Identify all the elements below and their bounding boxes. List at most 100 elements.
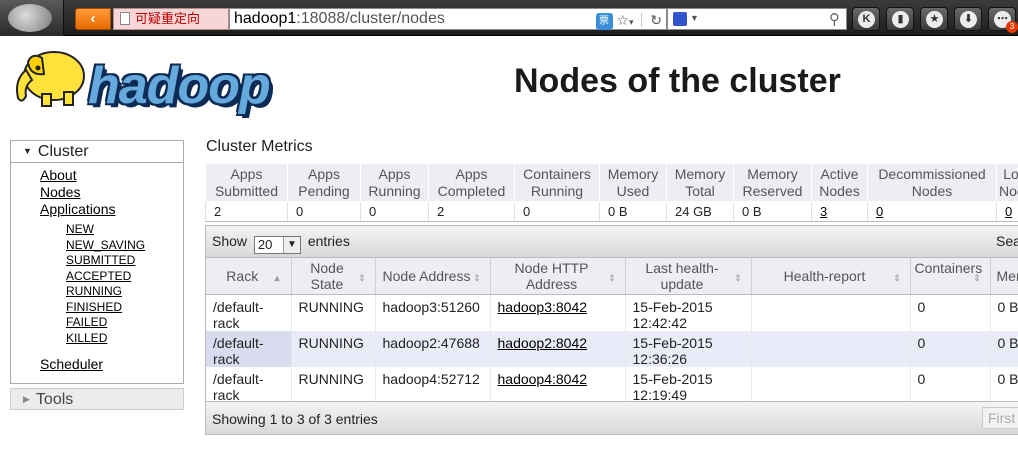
- node-http-link[interactable]: hadoop2:8042: [498, 335, 588, 351]
- column-header-health-report[interactable]: Health-report ⇕: [751, 258, 911, 295]
- column-header-containers[interactable]: Containers ⇕: [910, 258, 991, 295]
- search-engine-box[interactable]: ▼ ⚲: [667, 8, 847, 30]
- ticket-icon[interactable]: 票: [595, 13, 613, 30]
- metric-value: 2: [428, 201, 515, 222]
- datatable-footer: Showing 1 to 3 of 3 entries First: [206, 401, 1018, 434]
- nav-link-nodes[interactable]: Nodes: [40, 184, 183, 201]
- metric-header: Memory Used: [599, 163, 667, 202]
- tools-section-header[interactable]: ▶ Tools: [10, 388, 184, 410]
- node-http-link[interactable]: hadoop4:8042: [498, 371, 588, 387]
- metric-header: Lo Nod: [996, 163, 1018, 202]
- nav-link-state-accepted[interactable]: ACCEPTED: [66, 269, 183, 285]
- app-state-links: NEW NEW_SAVING SUBMITTED ACCEPTED RUNNIN…: [40, 218, 183, 346]
- cell-containers: 0: [910, 366, 991, 403]
- star-dropdown-icon[interactable]: ▾: [629, 17, 634, 27]
- cell-last-health-update: 15-Feb-2015 12:19:49: [625, 366, 752, 403]
- search-engine-icon[interactable]: [673, 12, 687, 26]
- cell-rack: /default-rack: [206, 294, 292, 331]
- cell-containers: 0: [910, 330, 991, 367]
- cell-node-state: RUNNING: [291, 366, 376, 403]
- url-host: hadoop1: [234, 10, 297, 27]
- nav-link-state-failed[interactable]: FAILED: [66, 315, 183, 331]
- nav-link-state-new[interactable]: NEW: [66, 222, 183, 238]
- column-header-node-http-address[interactable]: Node HTTP Address ⇕: [490, 258, 626, 295]
- cell-last-health-update: 15-Feb-2015 12:36:26: [625, 330, 752, 367]
- cell-health-report: [751, 330, 911, 367]
- cell-node-address: hadoop4:52712: [375, 366, 491, 403]
- cluster-metrics-table: Apps Submitted Apps Pending Apps Running…: [205, 163, 1018, 222]
- security-button[interactable]: ▮: [886, 7, 914, 31]
- active-nodes-link[interactable]: 3: [820, 204, 827, 219]
- downloads-button[interactable]: ⬇: [954, 7, 982, 31]
- metric-value: 24 GB: [666, 201, 734, 222]
- lost-nodes-link[interactable]: 0: [1005, 204, 1012, 219]
- more-menu-button[interactable]: ⋯ 3: [988, 7, 1018, 33]
- sort-asc-icon: ▲: [272, 273, 282, 283]
- nodes-datatable: Show 20 ▼ entries Sea Rack▲ Node State⇕ N…: [205, 225, 1018, 435]
- column-header-node-state[interactable]: Node State ⇕: [291, 258, 376, 295]
- nav-link-about[interactable]: About: [40, 167, 183, 184]
- metric-header: Active Nodes: [811, 163, 868, 202]
- metric-header: Memory Total: [666, 163, 734, 202]
- nav-link-state-killed[interactable]: KILLED: [66, 331, 183, 347]
- metric-value: 2: [205, 201, 288, 222]
- page-length-select[interactable]: 20 ▼: [253, 236, 301, 254]
- chevron-down-icon[interactable]: ▼: [690, 13, 699, 23]
- nav-link-state-running[interactable]: RUNNING: [66, 284, 183, 300]
- hadoop-logo: hadoop: [12, 44, 312, 118]
- table-row: /default-rack RUNNING hadoop3:51260 hado…: [206, 294, 1018, 331]
- chevron-down-icon: ▼: [282, 237, 300, 253]
- cluster-section-header[interactable]: ▼ Cluster: [11, 141, 183, 163]
- nav-link-applications[interactable]: Applications: [40, 201, 183, 218]
- column-header-mem-used[interactable]: Mem U: [990, 258, 1018, 295]
- cell-health-report: [751, 294, 911, 331]
- cell-node-address: hadoop3:51260: [375, 294, 491, 331]
- metric-header: Apps Running: [360, 163, 429, 202]
- bookmark-star-icon[interactable]: ☆: [616, 12, 629, 28]
- table-row: /default-rack RUNNING hadoop2:47688 hado…: [206, 330, 1018, 367]
- cell-node-state: RUNNING: [291, 330, 376, 367]
- browser-menu-button[interactable]: [0, 0, 64, 36]
- nav-link-scheduler[interactable]: Scheduler: [40, 356, 183, 373]
- page-icon: [120, 12, 130, 25]
- suspicious-redirect-tag[interactable]: 可疑重定向: [113, 8, 229, 30]
- address-bar[interactable]: hadoop1:18088/cluster/nodes 票 ☆▾ ↻: [229, 8, 667, 30]
- star-icon: ★: [926, 11, 943, 28]
- node-http-link[interactable]: hadoop3:8042: [498, 299, 588, 315]
- search-icon[interactable]: ⚲: [829, 10, 840, 28]
- decommissioned-nodes-link[interactable]: 0: [876, 204, 883, 219]
- metric-value-active-nodes: 3: [811, 201, 868, 222]
- page-title: Nodes of the cluster: [514, 62, 841, 100]
- cell-containers: 0: [910, 294, 991, 331]
- nav-link-state-submitted[interactable]: SUBMITTED: [66, 253, 183, 269]
- datatable-toolbar: Show 20 ▼ entries Sea: [206, 226, 1018, 258]
- download-icon: ⬇: [960, 11, 977, 28]
- nav-link-state-finished[interactable]: FINISHED: [66, 300, 183, 316]
- cell-node-state: RUNNING: [291, 294, 376, 331]
- page-length-value: 20: [257, 237, 273, 252]
- table-info: Showing 1 to 3 of 3 entries: [212, 411, 378, 427]
- column-header-last-health-update[interactable]: Last health-update ⇕: [625, 258, 752, 295]
- metric-header: Containers Running: [514, 163, 600, 202]
- favorites-button[interactable]: ★: [920, 7, 948, 31]
- table-row: /default-rack RUNNING hadoop4:52712 hado…: [206, 366, 1018, 403]
- metric-value-decommissioned-nodes: 0: [867, 201, 997, 222]
- browser-toolbar: ‹ 可疑重定向 hadoop1:18088/cluster/nodes 票 ☆▾…: [0, 0, 1018, 36]
- column-header-rack[interactable]: Rack ▲: [206, 258, 292, 295]
- metric-header: Apps Pending: [287, 163, 361, 202]
- metric-header: Apps Completed: [428, 163, 515, 202]
- first-page-button[interactable]: First: [982, 407, 1018, 429]
- cell-mem-used: 0 B: [990, 366, 1018, 403]
- redirect-label: 可疑重定向: [135, 11, 201, 26]
- entries-label: entries: [307, 233, 350, 249]
- column-header-node-address[interactable]: Node Address ⇕: [375, 258, 491, 295]
- k-extension-button[interactable]: K: [852, 7, 880, 31]
- cell-node-http-address: hadoop3:8042: [490, 294, 626, 331]
- nav-link-state-new-saving[interactable]: NEW_SAVING: [66, 238, 183, 254]
- cluster-section-label: Cluster: [37, 143, 89, 160]
- hadoop-wordmark: hadoop: [88, 57, 271, 115]
- back-button[interactable]: ‹: [75, 8, 111, 30]
- refresh-icon[interactable]: ↻: [650, 12, 662, 28]
- search-label: Sea: [996, 233, 1018, 249]
- k-icon: K: [858, 11, 875, 28]
